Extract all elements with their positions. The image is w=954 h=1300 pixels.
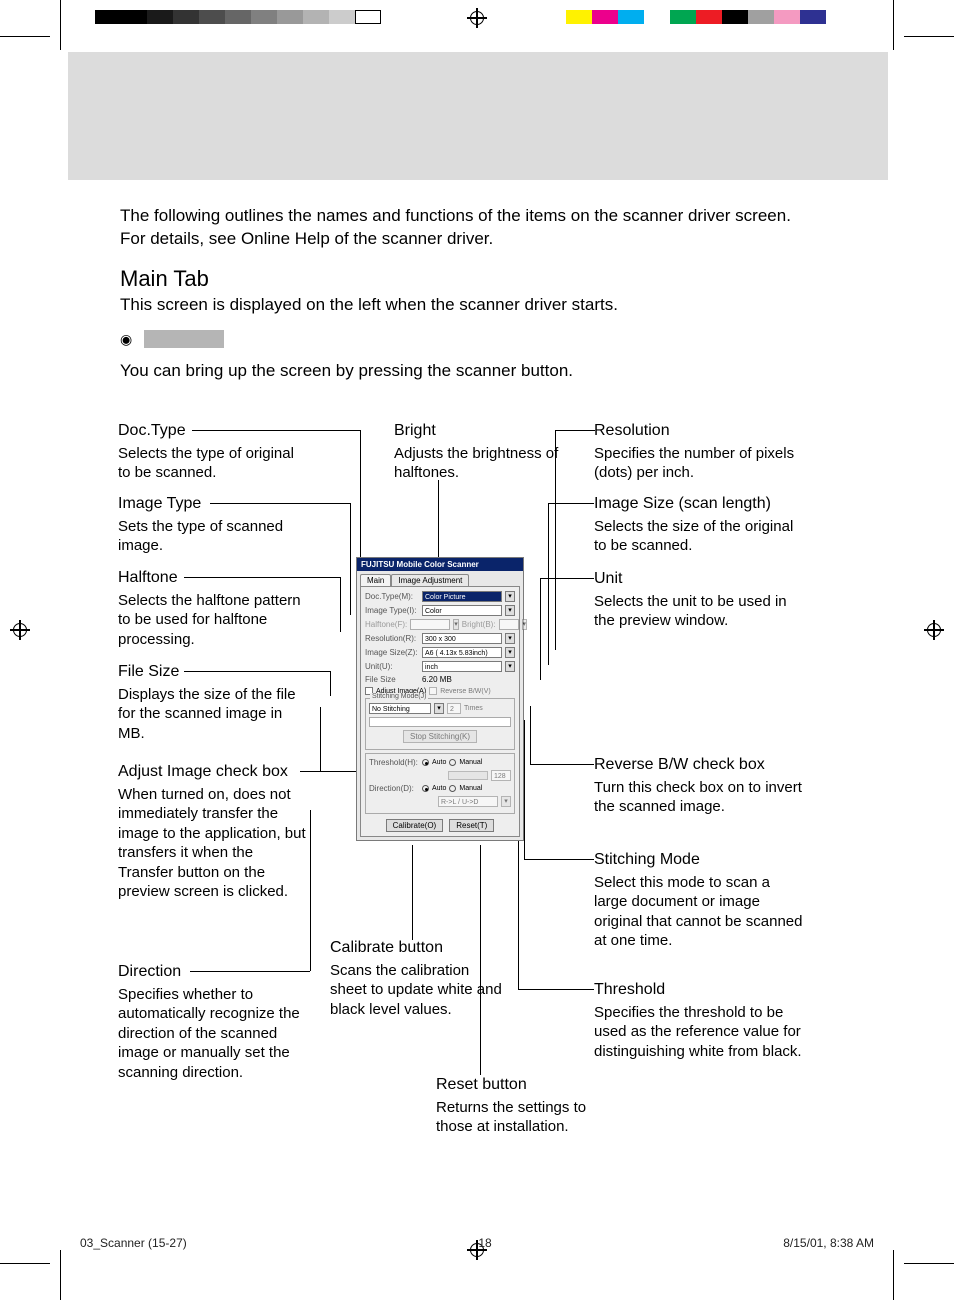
callout-reverse: Reverse B/W check box Turn this check bo…	[594, 755, 804, 817]
callout-bright: Bright Adjusts the brightness of halfton…	[394, 421, 574, 483]
window-title: FUJITSU Mobile Color Scanner	[357, 558, 523, 571]
header-blank-box	[68, 52, 888, 180]
direction-auto-radio[interactable]	[422, 785, 429, 792]
stitching-times-input: 2	[447, 703, 461, 714]
threshold-auto-radio[interactable]	[422, 759, 429, 766]
tab-main[interactable]: Main	[360, 574, 391, 586]
section-subtitle: This screen is displayed on the left whe…	[120, 294, 860, 317]
dropdown-icon[interactable]: ▾	[505, 661, 515, 672]
bright-label: Bright(B):	[462, 620, 496, 629]
filesize-value: 6.20 MB	[422, 675, 515, 684]
callout-threshold: Threshold Specifies the threshold to be …	[594, 980, 804, 1061]
dropdown-icon[interactable]: ▾	[434, 703, 444, 714]
imagetype-label: Image Type(I):	[365, 606, 419, 615]
unit-label: Unit(U):	[365, 662, 419, 671]
dropdown-icon[interactable]: ▾	[505, 647, 515, 658]
direction-manual-radio[interactable]	[449, 785, 456, 792]
bright-select	[499, 619, 519, 630]
stop-stitching-button: Stop Stitching(K)	[403, 730, 477, 743]
callout-adjust-image: Adjust Image check box When turned on, d…	[118, 762, 308, 902]
resolution-select[interactable]: 300 x 300	[422, 633, 502, 644]
reverse-bw-checkbox[interactable]	[429, 687, 437, 695]
section-heading-main-tab: Main Tab	[120, 266, 209, 292]
halftone-label: Halftone(F):	[365, 620, 407, 629]
callout-resolution: Resolution Specifies the number of pixel…	[594, 421, 804, 483]
stitching-times-suffix: Times	[464, 705, 483, 712]
resolution-label: Resolution(R):	[365, 634, 419, 643]
dropdown-icon[interactable]: ▾	[505, 591, 515, 602]
intro-paragraph: The following outlines the names and fun…	[120, 205, 860, 251]
bring-up-text: You can bring up the screen by pressing …	[120, 360, 860, 383]
bullet-icon: ◉	[120, 331, 132, 348]
callout-halftone: Halftone Selects the halftone pattern to…	[118, 568, 308, 649]
bullet-row: ◉	[120, 330, 224, 348]
callout-imagesize: Image Size (scan length) Selects the siz…	[594, 494, 804, 556]
callout-unit: Unit Selects the unit to be used in the …	[594, 569, 804, 631]
reverse-bw-label: Reverse B/W(V)	[440, 688, 491, 695]
threshold-value: 128	[491, 770, 511, 781]
dropdown-icon: ▾	[453, 619, 459, 630]
threshold-slider	[448, 771, 488, 780]
footer-date: 8/15/01, 8:38 AM	[783, 1236, 874, 1250]
stitching-select[interactable]: No Stitching	[369, 703, 431, 714]
stitching-group-label: Stitching Mode(J)	[370, 693, 428, 700]
footer: 03_Scanner (15-27) 18 8/15/01, 8:38 AM	[80, 1236, 874, 1250]
callout-reset: Reset button Returns the settings to tho…	[436, 1075, 616, 1137]
dropdown-icon[interactable]: ▾	[505, 605, 515, 616]
footer-page: 18	[478, 1236, 491, 1250]
dropdown-icon: ▾	[522, 619, 528, 630]
grayscale-strip	[95, 10, 381, 24]
doctype-select[interactable]: Color Picture	[422, 591, 502, 602]
imagetype-select[interactable]: Color	[422, 605, 502, 616]
calibrate-button[interactable]: Calibrate(O)	[386, 819, 444, 832]
direction-select: R->L / U->D	[438, 796, 498, 807]
redacted-pill	[144, 330, 224, 348]
doctype-label: Doc.Type(M):	[365, 592, 419, 601]
callout-direction: Direction Specifies whether to automatic…	[118, 962, 308, 1082]
halftone-select	[410, 619, 450, 630]
footer-filename: 03_Scanner (15-27)	[80, 1236, 187, 1250]
callout-stitching: Stitching Mode Select this mode to scan …	[594, 850, 804, 951]
filesize-label: File Size	[365, 675, 419, 684]
dropdown-icon: ▾	[501, 796, 511, 807]
unit-select[interactable]: inch	[422, 661, 502, 672]
color-strip	[540, 10, 826, 24]
threshold-manual-radio[interactable]	[449, 759, 456, 766]
tab-image-adjustment[interactable]: Image Adjustment	[391, 574, 469, 586]
direction-label: Direction(D):	[369, 784, 419, 793]
callout-calibrate: Calibrate button Scans the calibration s…	[330, 938, 510, 1019]
scanner-driver-screenshot: FUJITSU Mobile Color Scanner Main Image …	[356, 557, 524, 841]
imagesize-select[interactable]: A6 ( 4.13x 5.83inch)	[422, 647, 502, 658]
threshold-label: Threshold(H):	[369, 758, 419, 767]
reset-button[interactable]: Reset(T)	[449, 819, 494, 832]
imagesize-label: Image Size(Z):	[365, 648, 419, 657]
callout-filesize: File Size Displays the size of the file …	[118, 662, 308, 743]
dropdown-icon[interactable]: ▾	[505, 633, 515, 644]
